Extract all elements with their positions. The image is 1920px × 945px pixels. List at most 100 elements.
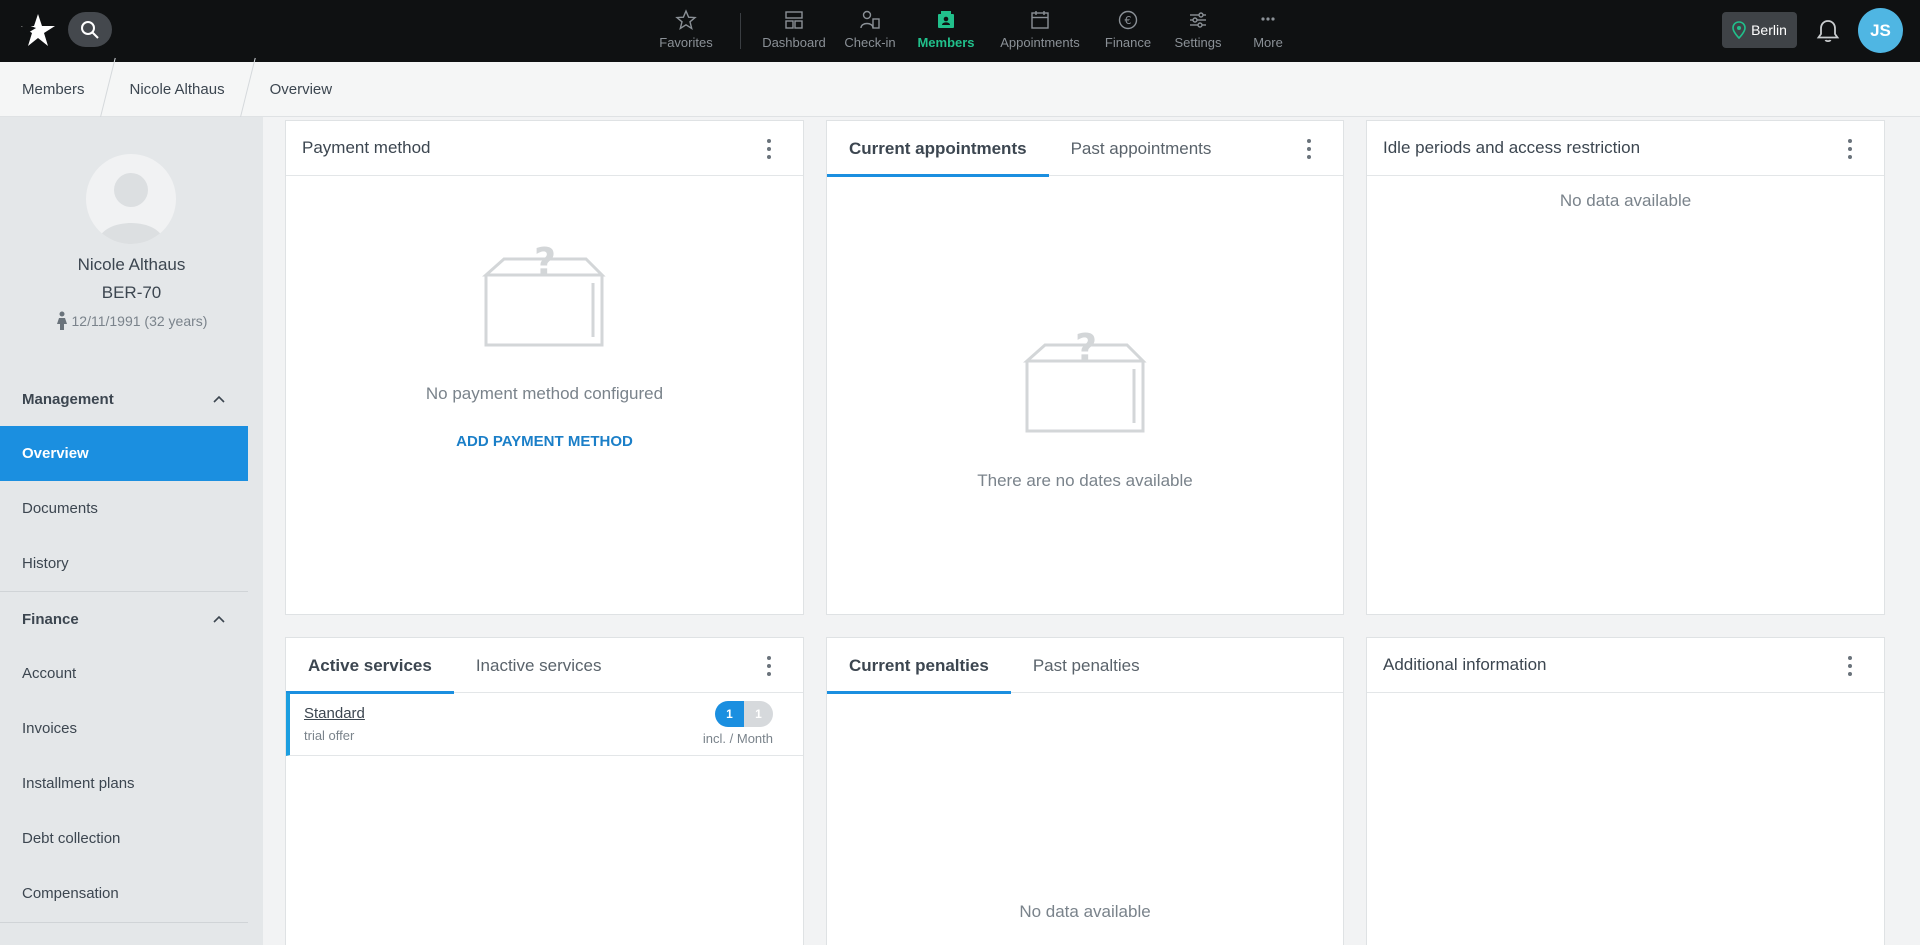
- tab-active-services[interactable]: Active services: [286, 638, 454, 694]
- tab-current-penalties[interactable]: Current penalties: [827, 638, 1011, 694]
- person-silhouette-icon: [98, 173, 164, 244]
- sidebar-item-compensation[interactable]: Compensation: [0, 866, 248, 921]
- bell-icon[interactable]: [1814, 17, 1842, 45]
- chevron-up-icon: [213, 615, 225, 623]
- sidebar-section-finance[interactable]: Finance: [0, 592, 248, 646]
- breadcrumb: Members Nicole Althaus Overview: [0, 57, 1920, 121]
- service-frequency: incl. / Month: [702, 731, 773, 746]
- profile-name: Nicole Althaus: [77, 255, 186, 274]
- add-payment-method-button[interactable]: ADD PAYMENT METHOD: [286, 433, 803, 450]
- kebab-menu-icon[interactable]: [1846, 654, 1854, 678]
- sidebar-item-installment-plans[interactable]: Installment plans: [0, 756, 248, 811]
- kebab-menu-icon[interactable]: [1305, 137, 1313, 161]
- location-label: Berlin: [1751, 22, 1787, 38]
- sidebar-item-debt-collection[interactable]: Debt collection: [0, 811, 248, 866]
- profile-member-id: BER-70: [101, 283, 162, 302]
- main-nav: Favorites Dashboard Check-in Members App…: [650, 0, 1301, 62]
- sidebar-item-label: Overview: [22, 445, 89, 462]
- sidebar-item-documents[interactable]: Documents: [0, 481, 248, 536]
- tab-current-appointments[interactable]: Current appointments: [827, 121, 1049, 177]
- nav-label: More: [1253, 35, 1283, 50]
- sidebar-item-label: Account: [22, 665, 77, 682]
- more-icon: [1261, 17, 1275, 21]
- check-in-icon: [860, 10, 880, 29]
- nav-label: Check-in: [844, 35, 896, 50]
- empty-message: There are no dates available: [977, 471, 1193, 490]
- sidebar-item-label: History: [22, 555, 69, 572]
- sidebar-item-label: Documents: [22, 500, 98, 517]
- additional-info-card: Additional information: [1366, 637, 1885, 945]
- dashboard-icon: [785, 11, 803, 29]
- sidebar-section-management[interactable]: Management: [0, 372, 248, 426]
- empty-box-icon: ?: [482, 240, 606, 347]
- chevron-up-icon: [213, 395, 225, 403]
- tab-past-penalties[interactable]: Past penalties: [1011, 638, 1162, 693]
- sidebar-item-invoices[interactable]: Invoices: [0, 701, 248, 756]
- nav-settings[interactable]: Settings: [1161, 0, 1235, 62]
- tab-inactive-services[interactable]: Inactive services: [454, 638, 624, 693]
- service-row[interactable]: Standard trial offer 1 1 incl. / Month: [286, 693, 803, 756]
- user-avatar[interactable]: JS: [1858, 8, 1903, 53]
- sidebar: Nicole Althaus BER-70 12/11/1991 (32 yea…: [0, 117, 263, 945]
- nav-label: Appointments: [1000, 35, 1080, 50]
- members-icon: [938, 11, 954, 28]
- appointments-card: Current appointments Past appointments ?…: [826, 120, 1344, 615]
- idle-periods-card: Idle periods and access restriction No d…: [1366, 120, 1885, 615]
- nav-label: Dashboard: [762, 35, 826, 50]
- female-icon: [56, 311, 67, 330]
- location-pin-icon: [1732, 21, 1746, 39]
- card-title: Additional information: [1383, 655, 1547, 674]
- nav-members[interactable]: Members: [907, 0, 985, 62]
- svg-text:€: €: [1125, 14, 1132, 27]
- nav-dashboard[interactable]: Dashboard: [755, 0, 833, 62]
- profile-dob-text: 12/11/1991 (32 years): [71, 313, 208, 329]
- sidebar-item-label: Installment plans: [22, 775, 135, 792]
- breadcrumb-members[interactable]: Members: [0, 62, 107, 117]
- penalties-tabs: Current penalties Past penalties: [827, 638, 1343, 694]
- services-card: Active services Inactive services Standa…: [285, 637, 804, 945]
- badge-total: 1: [744, 701, 773, 727]
- empty-box-icon: ?: [1023, 326, 1147, 433]
- sidebar-divider: [0, 922, 248, 923]
- services-tabs: Active services Inactive services: [286, 638, 803, 694]
- nav-label: Finance: [1104, 35, 1152, 50]
- penalties-card: Current penalties Past penalties No data…: [826, 637, 1344, 945]
- card-title: Payment method: [302, 138, 431, 157]
- nav-finance[interactable]: € Finance: [1095, 0, 1161, 62]
- breadcrumb-member-name[interactable]: Nicole Althaus: [108, 62, 247, 117]
- search-icon: [81, 20, 99, 39]
- empty-message: No payment method configured: [425, 384, 664, 403]
- service-subtitle: trial offer: [304, 728, 355, 743]
- nav-favorites[interactable]: Favorites: [650, 0, 722, 62]
- nav-appointments[interactable]: Appointments: [985, 0, 1095, 62]
- card-header: Additional information: [1367, 638, 1884, 693]
- card-header: Payment method: [286, 121, 803, 176]
- euro-icon: €: [1118, 10, 1138, 30]
- service-name-link[interactable]: Standard: [304, 705, 365, 722]
- logo-icon[interactable]: [18, 12, 56, 48]
- sidebar-item-overview[interactable]: Overview: [0, 426, 248, 481]
- location-button[interactable]: Berlin: [1722, 12, 1797, 48]
- nav-divider: [740, 13, 741, 49]
- empty-message: No data available: [1019, 902, 1151, 921]
- kebab-menu-icon[interactable]: [765, 137, 773, 161]
- kebab-menu-icon[interactable]: [765, 654, 773, 678]
- breadcrumb-overview: Overview: [269, 80, 333, 98]
- appointments-tabs: Current appointments Past appointments: [827, 121, 1343, 177]
- sidebar-item-history[interactable]: History: [0, 536, 248, 591]
- profile-avatar[interactable]: [86, 154, 176, 244]
- sidebar-item-label: Compensation: [22, 885, 119, 902]
- sidebar-section-label: Finance: [22, 610, 79, 628]
- payment-method-card: Payment method ? No payment method confi…: [285, 120, 804, 615]
- nav-check-in[interactable]: Check-in: [833, 0, 907, 62]
- top-bar: Favorites Dashboard Check-in Members App…: [0, 0, 1920, 62]
- kebab-menu-icon[interactable]: [1846, 137, 1854, 161]
- tab-past-appointments[interactable]: Past appointments: [1049, 121, 1234, 176]
- sidebar-item-account[interactable]: Account: [0, 646, 248, 701]
- sidebar-section-label: Management: [22, 390, 114, 408]
- search-button[interactable]: [68, 12, 112, 47]
- svg-text:?: ?: [534, 240, 556, 284]
- card-title: Idle periods and access restriction: [1383, 138, 1641, 157]
- empty-message: No data available: [1559, 191, 1692, 210]
- nav-more[interactable]: More: [1235, 0, 1301, 62]
